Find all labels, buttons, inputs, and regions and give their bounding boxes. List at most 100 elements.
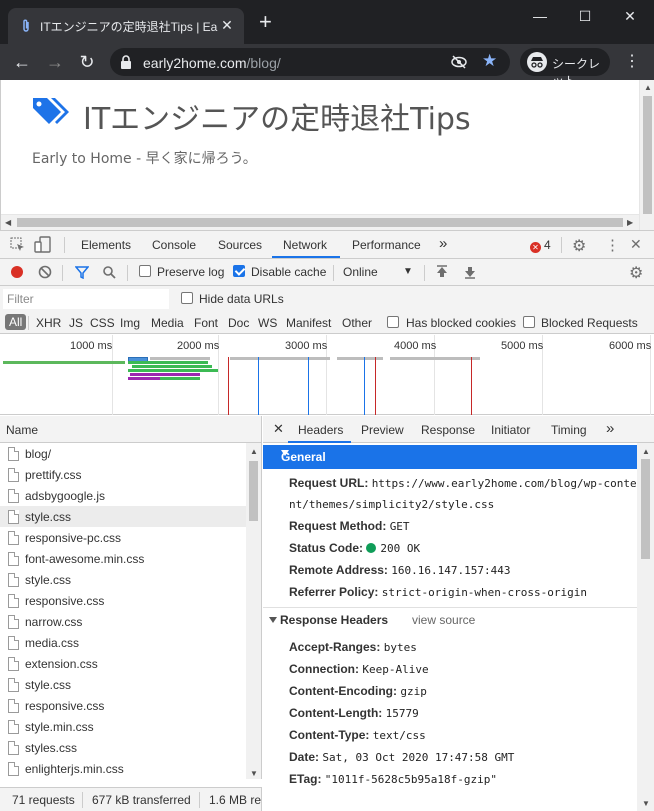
star-icon[interactable]: ★ [482,51,497,71]
export-har-icon[interactable] [464,265,476,279]
scroll-thumb[interactable] [641,459,650,559]
request-row[interactable]: adsbygoogle.js [0,485,246,506]
site-title[interactable]: ITエンジニアの定時退社Tips [83,94,471,138]
type-doc[interactable]: Doc [228,316,249,330]
request-row[interactable]: style.css [0,506,246,527]
tab-sources[interactable]: Sources [218,238,262,252]
devtools-menu-icon[interactable]: ⋮ [605,236,620,254]
request-row[interactable]: responsive-pc.css [0,527,246,548]
forward-icon[interactable]: → [43,50,67,74]
tab-headers[interactable]: Headers [298,423,343,437]
record-button[interactable] [11,266,23,278]
tab-network[interactable]: Network [283,238,327,252]
request-row[interactable]: style.min.css [0,716,246,737]
error-count-badge[interactable]: ✕ 4 [530,238,551,253]
page-horizontal-scrollbar[interactable]: ◀ ▶ [1,214,639,230]
scroll-down-icon[interactable]: ▼ [642,799,650,808]
search-icon[interactable] [102,265,116,279]
scroll-down-icon[interactable]: ▼ [250,769,258,778]
tab-initiator[interactable]: Initiator [491,423,530,437]
inspect-element-icon[interactable] [10,237,26,253]
type-manifest[interactable]: Manifest [286,316,331,330]
response-header-row: Content-Encoding: gzip [289,684,427,698]
detail-scrollbar[interactable]: ▲ ▼ [637,443,654,811]
reload-icon[interactable]: ↻ [75,50,99,74]
type-ws[interactable]: WS [258,316,277,330]
request-row[interactable]: blog/ [0,443,246,464]
page-vertical-scrollbar[interactable]: ▲ [639,80,654,230]
chevron-down-icon[interactable]: ▼ [403,266,413,277]
request-row[interactable]: enlighterjs.min.css [0,758,246,779]
back-icon[interactable]: ← [10,50,34,74]
more-tabs-icon[interactable]: » [439,235,447,252]
request-list-scrollbar[interactable]: ▲ ▼ [246,443,261,779]
scroll-up-icon[interactable]: ▲ [250,447,258,456]
type-xhr[interactable]: XHR [36,316,61,330]
minimize-icon[interactable]: — [526,6,554,26]
filter-input[interactable] [3,289,169,309]
scroll-thumb[interactable] [17,218,623,227]
network-status-bar: 71 requests 677 kB transferred 1.6 MB re… [0,787,262,811]
close-tab-icon[interactable]: ✕ [219,17,235,33]
clear-icon[interactable] [38,265,52,279]
blocked-requests-checkbox[interactable] [523,316,535,328]
tab-performance[interactable]: Performance [352,238,421,252]
request-row[interactable]: responsive.css [0,590,246,611]
chrome-menu-icon[interactable]: ⋮ [622,50,642,74]
network-settings-icon[interactable]: ⚙ [629,263,643,283]
request-row[interactable]: style.css [0,569,246,590]
type-font[interactable]: Font [194,316,218,330]
browser-tab[interactable]: ITエンジニアの定時退社Tips | Early t ✕ [8,8,244,44]
incognito-indicator[interactable]: シークレット [520,48,610,88]
maximize-icon[interactable]: ☐ [571,6,599,26]
new-tab-button[interactable]: + [259,11,272,33]
tab-elements[interactable]: Elements [81,238,131,252]
hide-data-urls-checkbox[interactable] [181,292,193,304]
scroll-left-icon[interactable]: ◀ [5,218,11,227]
request-name: styles.css [25,741,78,755]
preserve-log-checkbox[interactable] [139,265,151,277]
request-row[interactable]: prettify.css [0,464,246,485]
address-bar[interactable]: early2home.com/blog/ ★ [110,48,510,76]
type-media[interactable]: Media [151,316,184,330]
request-count: 71 requests [12,793,75,807]
general-section-header[interactable]: General [263,445,637,469]
request-row[interactable]: extension.css [0,653,246,674]
scroll-thumb[interactable] [643,96,652,214]
request-row[interactable]: narrow.css [0,611,246,632]
scroll-thumb[interactable] [249,461,258,521]
name-column-header[interactable]: Name [0,416,262,443]
type-other[interactable]: Other [342,316,372,330]
filter-funnel-icon[interactable] [75,266,89,279]
response-headers-section-header[interactable]: Response Headers view source [263,607,637,629]
request-row[interactable]: styles.css [0,737,246,758]
more-tabs-icon[interactable]: » [606,420,614,437]
request-row[interactable]: font-awesome.min.css [0,548,246,569]
timeline-overview[interactable]: 1000 ms 2000 ms 3000 ms 4000 ms 5000 ms … [0,335,654,415]
close-devtools-icon[interactable]: ✕ [630,236,642,253]
request-row[interactable]: media.css [0,632,246,653]
throttling-select[interactable]: Online [343,265,378,279]
eye-slash-icon[interactable] [450,54,468,70]
scroll-up-icon[interactable]: ▲ [642,447,650,456]
close-window-icon[interactable]: ✕ [616,6,644,26]
type-js[interactable]: JS [69,316,83,330]
close-detail-icon[interactable]: ✕ [273,421,284,437]
type-all[interactable]: All [5,314,27,330]
import-har-icon[interactable] [436,265,448,279]
tab-console[interactable]: Console [152,238,196,252]
type-css[interactable]: CSS [90,316,115,330]
request-row[interactable]: style.css [0,674,246,695]
tab-preview[interactable]: Preview [361,423,404,437]
type-img[interactable]: Img [120,316,140,330]
device-toolbar-icon[interactable] [34,236,52,254]
tab-response[interactable]: Response [421,423,475,437]
disable-cache-checkbox[interactable] [233,265,245,277]
view-source-link[interactable]: view source [412,613,475,627]
settings-gear-icon[interactable]: ⚙ [572,236,586,256]
has-blocked-cookies-checkbox[interactable] [387,316,399,328]
scroll-up-icon[interactable]: ▲ [644,83,652,92]
request-row[interactable]: responsive.css [0,695,246,716]
tab-timing[interactable]: Timing [551,423,587,437]
scroll-right-icon[interactable]: ▶ [627,218,633,227]
